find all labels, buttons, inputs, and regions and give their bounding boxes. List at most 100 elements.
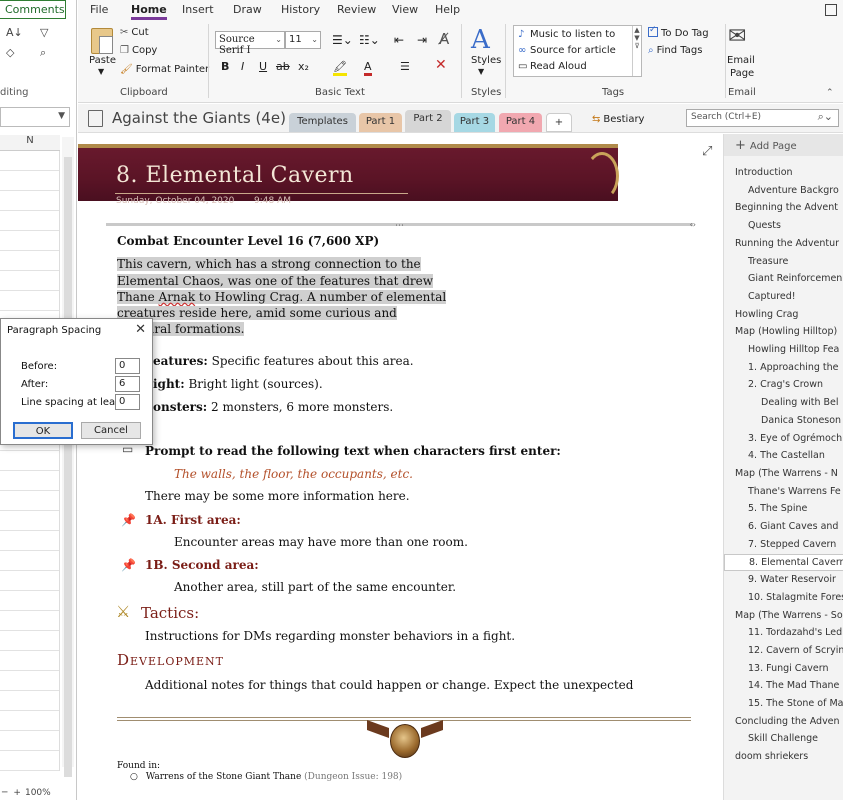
find-icon[interactable]: ⌕ <box>40 46 46 60</box>
vertical-scrollbar[interactable] <box>62 137 74 777</box>
styles-button[interactable]: Styles <box>471 55 501 66</box>
page-list-item[interactable]: Map (The Warrens - So <box>724 608 843 625</box>
filter-icon[interactable]: ▽ <box>40 26 48 39</box>
notebook-icon[interactable] <box>88 110 103 127</box>
comments-button[interactable]: Comments <box>0 0 66 19</box>
page-list-item[interactable]: 13. Fungi Cavern <box>724 661 843 678</box>
search-input[interactable]: Search (Ctrl+E) ⌕⌄ <box>686 109 839 127</box>
subscript-button[interactable]: x₂ <box>298 60 309 73</box>
drag-handle-icon[interactable]: ⋯ <box>395 221 404 231</box>
strikethrough-button[interactable]: ab <box>276 60 290 73</box>
page-list-item[interactable]: Dealing with Bel <box>724 395 843 412</box>
page-list-item[interactable]: Beginning the Advent <box>724 200 843 217</box>
cut-button[interactable]: ✂ Cut <box>120 27 149 38</box>
page-list-item[interactable]: Adventure Backgro <box>724 183 843 200</box>
underline-button[interactable]: U <box>259 60 267 73</box>
page-list-item[interactable]: Howling Hilltop Fea <box>724 342 843 359</box>
page-list-item[interactable]: Skill Challenge <box>724 731 843 748</box>
find-tags-button[interactable]: ⌕ Find Tags <box>648 45 702 56</box>
page-list-item[interactable]: Danica Stoneson <box>724 413 843 430</box>
sort-icon[interactable]: A↓ <box>6 26 23 39</box>
add-section-button[interactable]: + <box>546 113 572 132</box>
column-header-n[interactable]: N <box>0 135 60 151</box>
notebook-title[interactable]: Against the Giants (4e) ▼ <box>112 109 298 127</box>
page-list-item[interactable]: 8. Elemental Cavern <box>724 554 843 572</box>
font-color-icon[interactable]: A <box>364 60 372 76</box>
expand-icon[interactable]: ⤢ <box>702 144 712 159</box>
before-input[interactable]: 0 <box>115 358 140 374</box>
italic-button[interactable]: I <box>241 60 244 73</box>
after-input[interactable]: 6 <box>115 376 140 392</box>
page-list-item[interactable]: 15. The Stone of Ma <box>724 696 843 713</box>
tab-insert[interactable]: Insert <box>182 3 214 16</box>
page-list-item[interactable]: Concluding the Adven <box>724 714 843 731</box>
styles-icon[interactable]: A <box>471 25 490 55</box>
close-icon[interactable]: ✕ <box>135 322 146 337</box>
page-list-item[interactable]: Running the Adventur <box>724 236 843 253</box>
envelope-icon[interactable]: ✉ <box>728 24 746 49</box>
page-list-item[interactable]: Giant Reinforcemen <box>724 271 843 288</box>
restore-window-icon[interactable] <box>825 4 837 16</box>
clear-formatting-icon[interactable]: A̸ <box>439 30 449 48</box>
tag-read-aloud[interactable]: ▭ Read Aloud <box>518 61 587 72</box>
numbering-icon[interactable]: ☷⌄ <box>359 33 380 47</box>
clear-icon[interactable]: ◇ <box>6 46 14 59</box>
page-canvas[interactable]: 8. Elemental Cavern Sunday, October 04, … <box>78 134 722 800</box>
section-tab-templates[interactable]: Templates <box>289 113 356 132</box>
page-list-item[interactable]: 5. The Spine <box>724 501 843 518</box>
tab-draw[interactable]: Draw <box>233 3 262 16</box>
collapse-ribbon-icon[interactable]: ⌃ <box>826 88 834 98</box>
bold-button[interactable]: B <box>221 60 229 73</box>
tab-help[interactable]: Help <box>435 3 460 16</box>
highlight-icon[interactable]: 🖍 <box>333 60 347 76</box>
font-size-select[interactable]: 11 ⌄ <box>285 31 321 49</box>
align-icon[interactable]: ☰ <box>400 60 410 73</box>
tags-gallery[interactable]: ♪ Music to listen to ∞ Source for article … <box>513 25 642 77</box>
format-painter-button[interactable]: 🖌 Format Painter <box>120 64 209 75</box>
line-spacing-input[interactable]: 0 <box>115 394 140 410</box>
email-page-button[interactable]: Email <box>727 55 755 66</box>
tag-source[interactable]: ∞ Source for article <box>518 45 616 56</box>
decrease-indent-icon[interactable]: ⇤ <box>394 33 404 47</box>
page-list-item[interactable]: Captured! <box>724 289 843 306</box>
tab-history[interactable]: History <box>281 3 320 16</box>
tags-scroll[interactable]: ▲ ▼ ⊽ <box>632 26 641 76</box>
chevron-down-icon[interactable]: ▼ <box>478 67 484 76</box>
page-title[interactable]: 8. Elemental Cavern <box>116 163 354 188</box>
zoom-level[interactable]: ─ +100% <box>2 788 51 798</box>
page-list-item[interactable]: 2. Crag's Crown <box>724 377 843 394</box>
section-tab-part-3[interactable]: Part 3 <box>454 113 495 132</box>
increase-indent-icon[interactable]: ⇥ <box>417 33 427 47</box>
section-tab-part-4[interactable]: Part 4 <box>499 113 542 132</box>
page-list-item[interactable]: Introduction <box>724 165 843 182</box>
bullets-icon[interactable]: ☰⌄ <box>332 33 353 47</box>
paste-button[interactable]: Paste <box>89 55 116 66</box>
page-list-item[interactable]: doom shriekers <box>724 749 843 766</box>
to-do-tag-button[interactable]: To Do Tag <box>648 25 709 39</box>
chevron-down-icon[interactable]: ▼ <box>98 67 104 76</box>
font-name-select[interactable]: Source Serif I ⌄ <box>215 31 285 56</box>
scrollbar-thumb[interactable] <box>64 157 72 777</box>
page-list-item[interactable]: 1. Approaching the <box>724 360 843 377</box>
delete-icon[interactable]: ✕ <box>435 57 447 73</box>
section-tab-part-1[interactable]: Part 1 <box>359 113 402 132</box>
page-list-item[interactable]: 3. Eye of Ogrémoch <box>724 431 843 448</box>
page-list-item[interactable]: 9. Water Reservoir <box>724 572 843 589</box>
page-list-item[interactable]: 7. Stepped Cavern <box>724 537 843 554</box>
tab-review[interactable]: Review <box>337 3 376 16</box>
email-page-label[interactable]: Page <box>730 68 754 79</box>
page-list-item[interactable]: Map (The Warrens - N <box>724 466 843 483</box>
name-box[interactable]: ▼ <box>0 107 70 127</box>
paste-icon[interactable] <box>91 28 113 54</box>
copy-button[interactable]: ❐ Copy <box>120 45 157 56</box>
tag-music[interactable]: ♪ Music to listen to <box>518 29 615 40</box>
page-list-item[interactable]: Howling Crag <box>724 307 843 324</box>
page-list-item[interactable]: Map (Howling Hilltop) <box>724 324 843 341</box>
tab-view[interactable]: View <box>392 3 418 16</box>
bestiary-tab[interactable]: ⇆ Bestiary <box>592 114 644 125</box>
add-page-button[interactable]: + Add Page <box>724 134 843 156</box>
page-list-item[interactable]: 14. The Mad Thane <box>724 678 843 695</box>
tab-home[interactable]: Home <box>131 3 167 20</box>
spreadsheet-grid[interactable] <box>0 151 60 771</box>
tab-file[interactable]: File <box>90 3 108 16</box>
